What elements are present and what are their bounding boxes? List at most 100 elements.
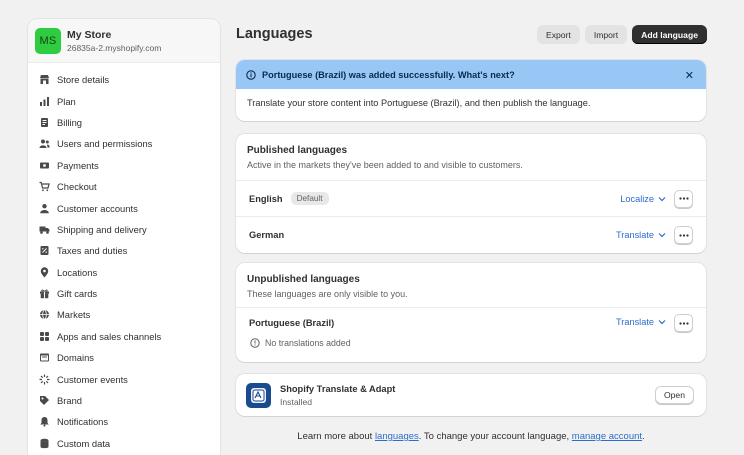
success-banner: Portuguese (Brazil) was added successful… [236,60,706,121]
sidebar-item-label: Customer events [57,373,128,385]
sidebar-item-label: Customer accounts [57,202,138,214]
banner-title: Portuguese (Brazil) was added successful… [262,69,515,80]
ellipsis-icon [678,233,689,237]
location-icon [39,267,50,278]
localize-button[interactable]: Localize [620,194,666,204]
footer-prefix: Learn more about [297,431,375,442]
sidebar-item-plan[interactable]: Plan [28,90,220,111]
language-name: Portuguese (Brazil) [249,318,335,328]
store-avatar: MS [35,27,61,54]
unpublished-header: Unpublished languages These languages ar… [236,263,706,308]
unpublished-languages-card: Unpublished languages These languages ar… [236,263,706,362]
globe-icon [39,309,50,320]
sidebar-item-users-and-permissions[interactable]: Users and permissions [28,133,220,154]
app-name: Shopify Translate & Adapt [280,383,396,394]
sidebar-item-label: Shipping and delivery [57,223,147,235]
sidebar-item-markets[interactable]: Markets [28,304,220,325]
sidebar-item-label: Brand [57,395,83,407]
language-row-german: German Translate [236,217,706,253]
open-app-button[interactable]: Open [654,386,694,404]
language-name: German [249,230,285,240]
sidebar-item-store-details[interactable]: Store details [28,69,220,90]
sidebar-item-label: Apps and sales channels [57,330,162,342]
language-row-english: English Default Localize [236,181,706,217]
sidebar-item-label: Billing [57,116,83,128]
translation-notice: No translations added [250,338,693,348]
sidebar-item-label: Payments [57,159,99,171]
translate-button[interactable]: Translate [616,317,666,327]
chevron-down-icon [658,233,666,238]
ellipsis-icon [678,321,689,325]
sidebar-item-billing[interactable]: Billing [28,112,220,133]
taxes-icon [39,245,50,256]
page-title: Languages [236,26,313,42]
more-actions-button[interactable] [674,314,693,332]
store-domain: 26835a-2.myshopify.com [67,42,162,53]
published-header: Published languages Active in the market… [236,134,706,181]
localize-label: Localize [620,193,654,204]
store-name: My Store [67,28,112,41]
sidebar-item-label: Domains [57,352,94,364]
languages-link[interactable]: languages [375,431,419,442]
cart-icon [39,181,50,192]
sidebar-item-label: Plan [57,95,76,107]
sidebar-item-checkout[interactable]: Checkout [28,176,220,197]
info-icon [246,69,256,80]
banner-body: Translate your store content into Portug… [247,98,591,108]
language-row-portuguese: Portuguese (Brazil) Translate No transla… [236,308,706,358]
sidebar-item-payments[interactable]: Payments [28,155,220,176]
domains-icon [39,352,50,363]
sidebar-item-gift-cards[interactable]: Gift cards [28,283,220,304]
unpublished-subtitle: These languages are only visible to you. [247,289,408,299]
sidebar-item-label: Gift cards [57,288,98,300]
footer-middle: . To change your account language, [418,431,572,442]
footer-help-text: Learn more about languages. To change yo… [236,431,706,442]
translate-adapt-logo-icon [246,382,271,408]
payments-icon [39,160,50,171]
person-icon [39,203,50,214]
translate-button[interactable]: Translate [616,230,666,240]
published-title: Published languages [247,145,348,156]
sidebar-item-label: Markets [57,309,91,321]
sidebar-item-domains[interactable]: Domains [28,347,220,368]
plan-icon [39,96,50,107]
more-actions-button[interactable] [674,189,693,208]
sidebar-item-label: Checkout [57,181,97,193]
brand-icon [39,395,50,406]
unpublished-title: Unpublished languages [247,274,360,285]
close-icon[interactable]: ✕ [685,69,694,82]
translate-label: Translate [616,230,654,240]
events-icon [39,374,50,385]
data-icon [39,438,50,449]
language-name: English [249,193,283,204]
sidebar-item-label: Notifications [57,416,109,428]
sidebar-item-customer-accounts[interactable]: Customer accounts [28,197,220,218]
sidebar-item-locations[interactable]: Locations [28,262,220,283]
bell-icon [39,416,50,428]
sidebar-item-label: Users and permissions [57,138,153,150]
sidebar-item-label: Locations [57,266,98,278]
store-header[interactable]: MS My Store 26835a-2.myshopify.com [28,19,220,63]
default-badge: Default [290,192,329,205]
settings-nav: Store details Plan Billing Users and permis… [28,63,220,454]
more-actions-button[interactable] [674,226,693,244]
header-actions: Export Import Add language [536,25,707,44]
notice-text: No translations added [265,338,351,348]
sidebar-item-custom-data[interactable]: Custom data [28,433,220,454]
sidebar-item-shipping-and-delivery[interactable]: Shipping and delivery [28,219,220,240]
footer-suffix: . [642,431,645,442]
sidebar-item-taxes-and-duties[interactable]: Taxes and duties [28,240,220,261]
export-button[interactable]: Export [536,25,580,44]
published-subtitle: Active in the markets they've been added… [247,160,523,170]
billing-icon [39,117,50,128]
sidebar-item-brand[interactable]: Brand [28,390,220,411]
add-language-button[interactable]: Add language [632,25,707,44]
settings-sidebar: MS My Store 26835a-2.myshopify.com Store… [28,19,220,455]
store-icon [39,74,50,85]
sidebar-item-customer-events[interactable]: Customer events [28,368,220,389]
sidebar-item-apps-and-sales-channels[interactable]: Apps and sales channels [28,326,220,347]
sidebar-item-notifications[interactable]: Notifications [28,411,220,432]
truck-icon [39,224,50,235]
import-button[interactable]: Import [584,25,628,44]
manage-account-link[interactable]: manage account [572,431,642,442]
